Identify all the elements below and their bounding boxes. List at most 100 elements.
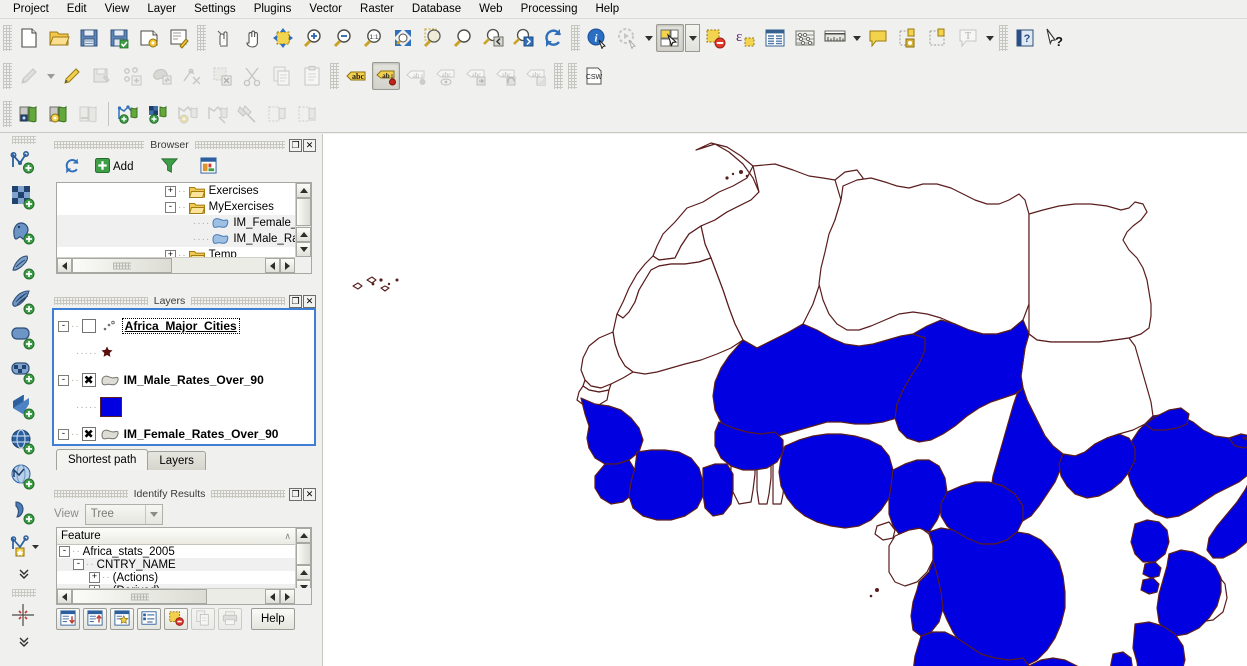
browser-tree-item[interactable]: + ·· Temp xyxy=(57,247,295,257)
expander-minus-icon[interactable]: - xyxy=(58,320,69,332)
menu-view[interactable]: View xyxy=(96,1,139,17)
open-attribute-table-button[interactable] xyxy=(761,24,789,52)
measure-dropdown-arrow[interactable] xyxy=(850,24,863,52)
new-bookmark-button[interactable] xyxy=(894,24,922,52)
chevron-down-icon[interactable] xyxy=(144,504,162,524)
show-bookmarks-button[interactable] xyxy=(924,24,952,52)
label-change-button[interactable]: abc xyxy=(522,62,550,90)
browser-vertical-scrollbar[interactable] xyxy=(295,183,311,257)
browser-tree-item[interactable]: ···· IM_Male_Rates_ xyxy=(57,231,295,247)
text-annotation-button[interactable]: T xyxy=(954,24,982,52)
add-wms-layer-button[interactable] xyxy=(7,391,41,425)
new-gpx-layer-button[interactable] xyxy=(174,100,202,128)
menu-project[interactable]: Project xyxy=(4,1,58,17)
toolbar-grip-5[interactable] xyxy=(3,63,12,89)
browser-tree[interactable]: + ·· Exercises - ·· MyExercises ···· IM_… xyxy=(56,182,312,274)
identify-result-row[interactable]: - ·· Africa_stats_2005 xyxy=(57,545,295,558)
new-shapefile-layer-button[interactable] xyxy=(114,100,142,128)
add-spatialite-layer-button[interactable] xyxy=(7,251,41,285)
identify-help-button[interactable]: Help xyxy=(251,608,295,630)
expander-minus-icon[interactable]: - xyxy=(73,559,84,570)
add-raster-layer-button[interactable] xyxy=(7,181,41,215)
add-from-layer-definition-button[interactable] xyxy=(264,100,292,128)
scroll-thumb[interactable] xyxy=(296,198,311,226)
add-wfs-layer-button[interactable] xyxy=(7,461,41,495)
expander-minus-icon[interactable]: - xyxy=(165,201,176,213)
layer-name-label[interactable]: IM_Female_Rates_Over_90 xyxy=(124,427,279,441)
scroll-right-button[interactable] xyxy=(280,258,295,273)
statistical-summary-button[interactable] xyxy=(791,24,819,52)
refresh-button[interactable] xyxy=(539,24,567,52)
expander-minus-icon[interactable]: - xyxy=(58,374,69,386)
expander-plus-icon[interactable]: + xyxy=(165,185,176,197)
select-by-expression-button[interactable]: ε xyxy=(731,24,759,52)
layer-labeling-button[interactable]: abc xyxy=(342,62,370,90)
save-project-button[interactable] xyxy=(75,24,103,52)
cut-features-button[interactable] xyxy=(238,62,266,90)
identify-result-row[interactable]: + ·· (Actions) xyxy=(57,571,295,584)
toolbar-grip-4[interactable] xyxy=(999,25,1008,51)
collapse-all-results-button[interactable] xyxy=(83,608,107,630)
current-edits-dropdown-arrow[interactable] xyxy=(44,62,57,90)
expander-plus-icon[interactable]: + xyxy=(89,572,100,583)
layer-visibility-checkbox[interactable]: ✖ xyxy=(81,427,96,441)
menu-edit[interactable]: Edit xyxy=(58,1,96,17)
help-contents-button[interactable]: ? xyxy=(1011,24,1039,52)
scroll-left-button-2[interactable] xyxy=(265,589,280,604)
run-feature-action-button[interactable] xyxy=(613,24,641,52)
pan-to-selection-button[interactable] xyxy=(269,24,297,52)
scroll-track[interactable] xyxy=(296,543,311,565)
copy-results-button[interactable] xyxy=(191,608,215,630)
label-show-hide-button[interactable]: abc xyxy=(432,62,460,90)
toolbar-grip-1[interactable] xyxy=(3,25,12,51)
identify-close-button[interactable]: ✕ xyxy=(303,487,317,501)
new-spatialite-layer-button[interactable] xyxy=(144,100,172,128)
open-project-button[interactable] xyxy=(45,24,73,52)
browser-tree-item[interactable]: + ·· Exercises xyxy=(57,183,295,199)
add-wcs-layer-button[interactable] xyxy=(7,426,41,460)
embed-layers-button[interactable] xyxy=(234,100,262,128)
browser-filter-button[interactable] xyxy=(156,155,183,179)
label-pin-button[interactable]: ab xyxy=(372,62,400,90)
show-form-button[interactable] xyxy=(137,608,161,630)
identify-features-button[interactable]: i xyxy=(583,24,611,52)
vtoolbar-grip[interactable] xyxy=(12,136,36,144)
menu-settings[interactable]: Settings xyxy=(185,1,245,17)
expander-plus-icon[interactable]: + xyxy=(165,249,176,257)
layers-tree[interactable]: - ·· Africa_Major_Cities ····· - ·· ✖ IM… xyxy=(52,308,316,446)
copy-features-button[interactable] xyxy=(268,62,296,90)
csw-button[interactable]: CSW xyxy=(580,62,608,90)
browser-tree-item[interactable]: ···· IM_Female_Rate xyxy=(57,215,295,231)
vtoolbar-overflow-button[interactable] xyxy=(7,566,41,584)
layer-visibility-checkbox[interactable]: ✖ xyxy=(81,373,96,387)
node-tool-button[interactable] xyxy=(178,62,206,90)
layer-properties-button[interactable] xyxy=(45,100,73,128)
label-move-button[interactable]: abc xyxy=(462,62,490,90)
browser-float-button[interactable]: ❐ xyxy=(289,138,303,152)
layer-row-africa-major-cities[interactable]: - ·· Africa_Major_Cities xyxy=(54,310,314,342)
annotation-dropdown-arrow[interactable] xyxy=(983,24,996,52)
menu-vector[interactable]: Vector xyxy=(300,1,351,17)
scroll-down-button[interactable] xyxy=(296,242,311,257)
add-oracle-layer-button[interactable] xyxy=(7,321,41,355)
zoom-to-selection-button[interactable] xyxy=(419,24,447,52)
layer-row-im-female-rates-over-90[interactable]: - ·· ✖ IM_Female_Rates_Over_90 xyxy=(54,418,314,444)
layers-close-button[interactable]: ✕ xyxy=(303,294,317,308)
move-feature-button[interactable] xyxy=(148,62,176,90)
scroll-left-button[interactable] xyxy=(57,589,72,604)
add-virtual-layer-button[interactable] xyxy=(7,531,41,565)
toolbar-grip-7[interactable] xyxy=(554,63,563,89)
browser-collapse-all-button[interactable] xyxy=(195,155,222,179)
scroll-right-button[interactable] xyxy=(280,589,295,604)
vtoolbar-overflow-button-2[interactable] xyxy=(7,634,41,652)
select-features-dropdown-arrow[interactable] xyxy=(685,24,700,52)
browser-add-button[interactable]: Add xyxy=(90,155,138,179)
scroll-up-button[interactable] xyxy=(296,528,311,543)
toolbar-grip-2[interactable] xyxy=(197,25,206,51)
scroll-thumb[interactable] xyxy=(296,543,311,565)
add-feature-button[interactable] xyxy=(118,62,146,90)
browser-horizontal-scrollbar[interactable] xyxy=(57,257,295,273)
zoom-next-button[interactable] xyxy=(509,24,537,52)
save-project-as-button[interactable] xyxy=(105,24,133,52)
scroll-thumb[interactable] xyxy=(72,589,207,604)
